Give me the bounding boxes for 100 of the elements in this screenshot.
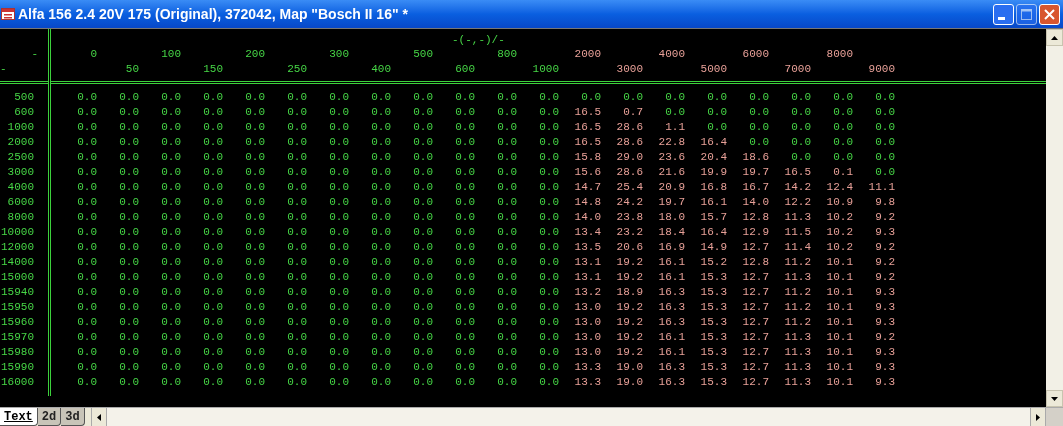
table-cell: 0.0: [665, 90, 685, 105]
scroll-down-button[interactable]: [1046, 390, 1063, 407]
table-cell: 12.8: [742, 255, 769, 270]
column-header: 1000: [532, 62, 559, 77]
table-cell: 0.0: [833, 120, 853, 135]
table-cell: 0.0: [203, 255, 223, 270]
table-cell: 0.0: [497, 165, 517, 180]
sheet-tab[interactable]: Text: [0, 408, 38, 426]
scroll-up-button[interactable]: [1046, 29, 1063, 46]
table-cell: 0.0: [287, 90, 307, 105]
table-cell: 0.0: [245, 240, 265, 255]
row-header: 600: [14, 105, 34, 120]
minimize-button[interactable]: [993, 3, 1014, 25]
table-cell: 14.0: [742, 195, 769, 210]
table-cell: 20.9: [658, 180, 685, 195]
table-cell: 0.0: [497, 105, 517, 120]
table-cell: 11.3: [784, 270, 811, 285]
table-cell: 0.0: [203, 195, 223, 210]
table-cell: 0.0: [413, 300, 433, 315]
table-cell: 0.0: [77, 225, 97, 240]
table-cell: 0.0: [203, 315, 223, 330]
table-cell: 0.0: [161, 195, 181, 210]
table-cell: 0.0: [161, 255, 181, 270]
table-cell: 0.0: [455, 90, 475, 105]
table-cell: 0.0: [203, 240, 223, 255]
maximize-button[interactable]: [1016, 3, 1037, 25]
table-cell: 0.0: [329, 180, 349, 195]
table-cell: 0.0: [161, 315, 181, 330]
table-cell: 0.0: [413, 180, 433, 195]
close-button[interactable]: [1039, 3, 1060, 25]
table-cell: 0.7: [623, 105, 643, 120]
table-cell: 0.0: [161, 285, 181, 300]
table-cell: 10.1: [826, 255, 853, 270]
table-cell: 15.3: [700, 360, 727, 375]
table-cell: 15.3: [700, 285, 727, 300]
horizontal-scrollbar[interactable]: [106, 408, 1030, 426]
table-cell: 0.0: [371, 195, 391, 210]
table-cell: 0.0: [119, 285, 139, 300]
sheet-tab[interactable]: 3d: [61, 408, 85, 426]
table-cell: 9.2: [875, 255, 895, 270]
table-cell: 0.0: [455, 300, 475, 315]
table-cell: 0.0: [119, 240, 139, 255]
table-cell: 0.0: [539, 285, 559, 300]
table-cell: 0.0: [287, 330, 307, 345]
table-cell: 0.0: [203, 330, 223, 345]
table-cell: 0.0: [413, 375, 433, 390]
table-cell: 0.0: [707, 90, 727, 105]
table-cell: 10.2: [826, 210, 853, 225]
table-cell: 0.0: [833, 90, 853, 105]
table-cell: 15.8: [574, 150, 601, 165]
table-cell: 0.0: [539, 255, 559, 270]
table-cell: 0.0: [245, 165, 265, 180]
scrollbar-corner: [1046, 408, 1063, 426]
table-cell: 0.0: [497, 195, 517, 210]
table-cell: 13.0: [574, 315, 601, 330]
table-cell: 0.0: [833, 150, 853, 165]
table-cell: 0.0: [119, 165, 139, 180]
table-cell: 0.0: [539, 90, 559, 105]
table-cell: 1.1: [665, 120, 685, 135]
row-header: 2500: [7, 150, 34, 165]
row-axis-label: -: [31, 47, 38, 62]
table-cell: 0.0: [497, 360, 517, 375]
table-cell: 0.0: [833, 105, 853, 120]
table-cell: 0.0: [539, 315, 559, 330]
table-cell: 0.0: [371, 315, 391, 330]
table-cell: 15.6: [574, 165, 601, 180]
vertical-scrollbar[interactable]: [1046, 29, 1063, 407]
table-cell: 0.0: [371, 375, 391, 390]
table-cell: 24.2: [616, 195, 643, 210]
row-header: 15950: [1, 300, 34, 315]
table-cell: 0.0: [875, 120, 895, 135]
table-cell: 0.0: [875, 165, 895, 180]
table-cell: 19.7: [658, 195, 685, 210]
table-cell: 0.0: [371, 255, 391, 270]
table-cell: 0.0: [539, 375, 559, 390]
table-cell: 0.0: [413, 210, 433, 225]
table-cell: 15.3: [700, 300, 727, 315]
table-cell: 12.7: [742, 375, 769, 390]
table-cell: 0.0: [539, 150, 559, 165]
table-cell: 0.0: [119, 255, 139, 270]
table-cell: 0.0: [497, 225, 517, 240]
row-header: 15000: [1, 270, 34, 285]
table-cell: 11.3: [784, 345, 811, 360]
table-cell: 0.0: [119, 195, 139, 210]
column-header: 400: [371, 62, 391, 77]
table-cell: 0.0: [539, 180, 559, 195]
sheet-tab[interactable]: 2d: [37, 408, 62, 426]
table-cell: 12.7: [742, 330, 769, 345]
table-cell: 0.0: [119, 225, 139, 240]
table-cell: 16.7: [742, 180, 769, 195]
table-cell: 0.0: [455, 135, 475, 150]
table-cell: 18.4: [658, 225, 685, 240]
table-cell: 0.0: [77, 360, 97, 375]
table-cell: 0.0: [77, 120, 97, 135]
scroll-left-button[interactable]: [90, 408, 107, 426]
table-cell: 9.3: [875, 285, 895, 300]
table-cell: 0.0: [497, 270, 517, 285]
table-cell: 0.0: [203, 375, 223, 390]
scroll-right-button[interactable]: [1030, 408, 1046, 426]
table-cell: 0.0: [455, 255, 475, 270]
